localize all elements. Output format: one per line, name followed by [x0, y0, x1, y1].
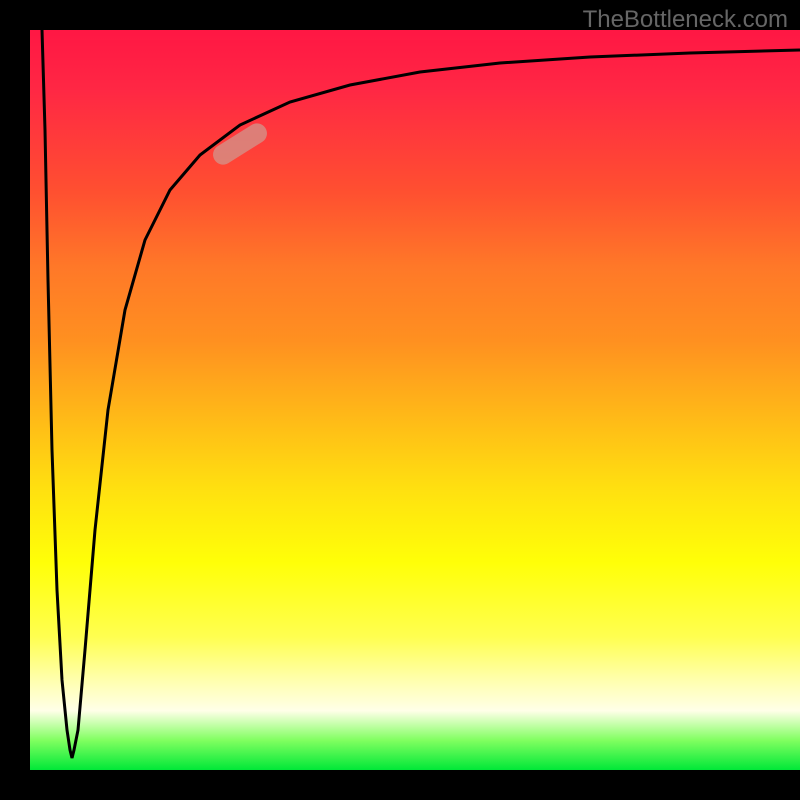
watermark-text: TheBottleneck.com [583, 6, 788, 34]
curve-path [42, 30, 800, 758]
chart-curve [30, 30, 800, 770]
chart-plot-area [30, 30, 800, 770]
